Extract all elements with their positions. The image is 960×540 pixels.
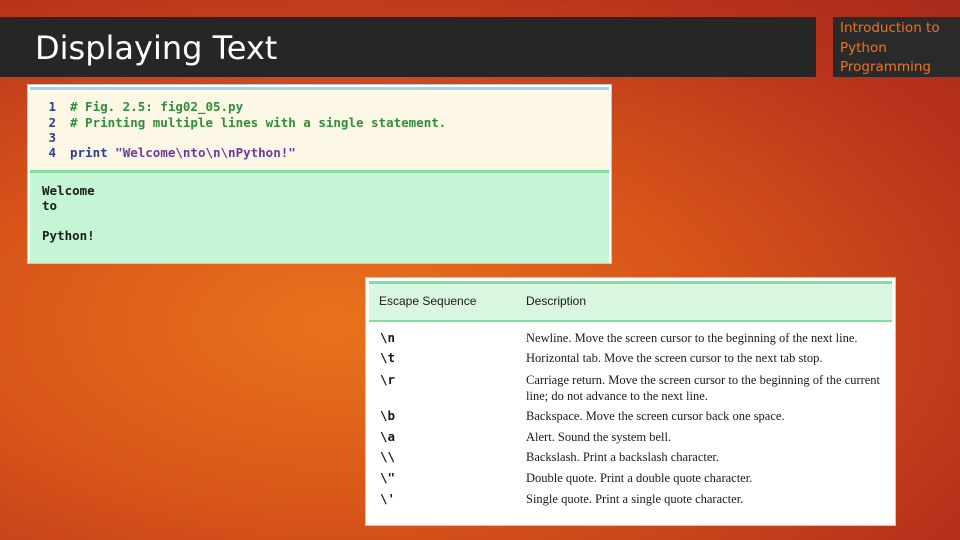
course-label-box: Introduction to Python Programming bbox=[833, 17, 960, 77]
escape-sequence: \' bbox=[380, 491, 396, 506]
escape-description: Newline. Move the screen cursor to the b… bbox=[526, 331, 858, 345]
column-header-escape-sequence: Escape Sequence bbox=[379, 294, 477, 308]
code-example-panel: 1 # Fig. 2.5: fig02_05.py 2 # Printing m… bbox=[27, 84, 612, 264]
slide-title: Displaying Text bbox=[35, 29, 278, 67]
slide-title-bar: Displaying Text bbox=[0, 17, 816, 77]
output-line: to bbox=[42, 198, 58, 213]
escape-sequence: \b bbox=[380, 408, 396, 423]
code-line: # Printing multiple lines with a single … bbox=[70, 115, 447, 130]
line-number: 2 bbox=[48, 115, 56, 130]
escape-description: Double quote. Print a double quote chara… bbox=[526, 471, 753, 485]
escape-sequence-table: Escape Sequence Description \n Newline. … bbox=[365, 277, 896, 526]
code-line: # Fig. 2.5: fig02_05.py bbox=[70, 99, 244, 114]
escape-description: Backspace. Move the screen cursor back o… bbox=[526, 409, 785, 423]
output-line: Welcome bbox=[42, 183, 95, 198]
escape-description: Alert. Sound the system bell. bbox=[526, 430, 672, 444]
table-header-row: Escape Sequence Description bbox=[369, 281, 892, 322]
escape-sequence: \\ bbox=[380, 449, 396, 464]
line-number: 3 bbox=[48, 130, 56, 145]
output-line: Python! bbox=[42, 228, 95, 243]
line-number: 4 bbox=[48, 145, 56, 160]
course-label: Introduction to Python Programming bbox=[840, 20, 940, 75]
program-output: Welcome to Python! bbox=[30, 170, 609, 263]
escape-sequence: \a bbox=[380, 429, 396, 444]
escape-description: Single quote. Print a single quote chara… bbox=[526, 492, 744, 506]
column-header-description: Description bbox=[526, 294, 587, 308]
line-number: 1 bbox=[48, 99, 56, 114]
escape-description: Carriage return. Move the screen cursor … bbox=[526, 373, 881, 403]
escape-description: Horizontal tab. Move the screen cursor t… bbox=[526, 351, 823, 365]
escape-description: Backslash. Print a backslash character. bbox=[526, 450, 719, 464]
string-literal: "Welcome\nto\n\nPython!" bbox=[115, 145, 296, 160]
escape-sequence: \t bbox=[380, 350, 396, 365]
escape-sequence: \n bbox=[380, 330, 396, 345]
code-line: print "Welcome\nto\n\nPython!" bbox=[70, 145, 296, 160]
escape-sequence: \r bbox=[380, 372, 396, 387]
print-keyword: print bbox=[70, 145, 108, 160]
escape-sequence: \" bbox=[380, 470, 396, 485]
code-listing: 1 # Fig. 2.5: fig02_05.py 2 # Printing m… bbox=[30, 87, 609, 169]
